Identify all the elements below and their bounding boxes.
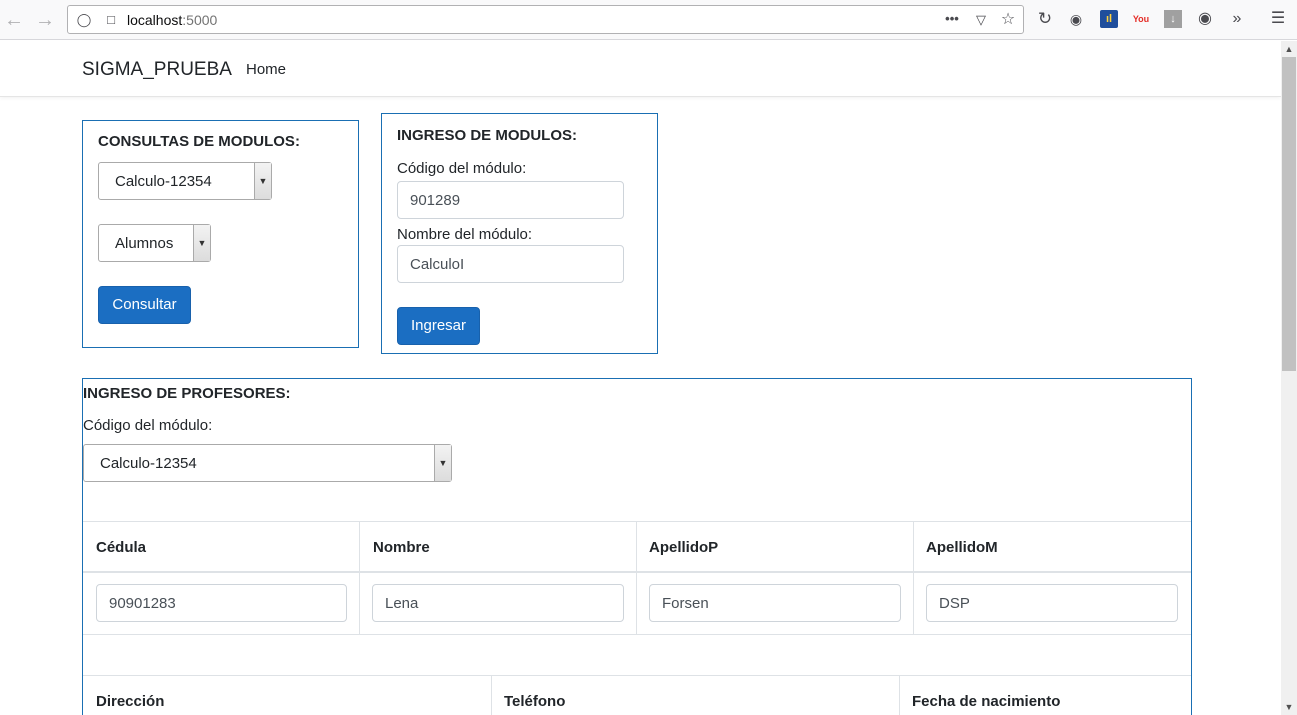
header-telefono: Teléfono	[504, 693, 566, 710]
table-header-divider	[83, 571, 1191, 573]
table-divider	[83, 634, 1191, 635]
scroll-up-icon[interactable]: ▲	[1281, 41, 1297, 57]
codigo-modulo-label: Código del módulo:	[397, 160, 527, 177]
consultas-modulo-value: Calculo-12354	[115, 173, 212, 190]
url-bar[interactable]: ◯ □ localhost:5000 ••• ▽ ☆	[67, 5, 1024, 34]
pocket-icon[interactable]: ▽	[973, 12, 989, 28]
scroll-down-icon[interactable]: ▼	[1281, 699, 1297, 715]
table-col-divider	[636, 521, 637, 635]
consultas-tipo-value: Alumnos	[115, 235, 174, 252]
nombre-modulo-input[interactable]: CalculoI	[397, 245, 624, 283]
more-icon[interactable]: •••	[944, 11, 960, 27]
nombre-modulo-label: Nombre del módulo:	[397, 226, 533, 243]
ingreso-profesores-panel: INGRESO DE PROFESORES: Código del módulo…	[82, 378, 1192, 715]
apellido-materno-input[interactable]: DSP	[926, 584, 1178, 622]
table-divider	[83, 675, 1191, 676]
overflow-icon[interactable]: »	[1228, 10, 1246, 28]
shield-icon[interactable]: ◯	[76, 12, 92, 28]
consultas-panel: CONSULTAS DE MODULOS: Calculo-12354 ▼ Al…	[82, 120, 359, 348]
ingreso-profesores-title: INGRESO DE PROFESORES:	[83, 385, 291, 402]
header-direccion: Dirección	[96, 693, 165, 710]
header-apellido-paterno: ApellidoP	[649, 539, 719, 556]
download-icon[interactable]: ↓	[1164, 10, 1182, 28]
scroll-thumb[interactable]	[1282, 57, 1296, 371]
youtube-icon[interactable]: You	[1132, 10, 1150, 28]
ingresar-button[interactable]: Ingresar	[397, 307, 480, 345]
page-icon: □	[107, 12, 115, 27]
profesores-codigo-label: Código del módulo:	[83, 417, 213, 434]
codigo-modulo-input[interactable]: 901289	[397, 181, 624, 219]
account-icon[interactable]: ◉	[1196, 10, 1214, 28]
header-cedula: Cédula	[96, 539, 147, 556]
profesores-modulo-value: Calculo-12354	[100, 455, 197, 472]
brand-link[interactable]: SIGMA_PRUEBA	[82, 59, 232, 81]
header-apellido-materno: ApellidoM	[926, 539, 998, 556]
menu-icon[interactable]: ☰	[1269, 10, 1287, 28]
nombre-input[interactable]: Lena	[372, 584, 624, 622]
profesores-modulo-select[interactable]: Calculo-12354 ▼	[83, 444, 452, 482]
consultar-button[interactable]: Consultar	[98, 286, 191, 324]
extension-icon[interactable]: ◉	[1067, 10, 1085, 28]
consultas-title: CONSULTAS DE MODULOS:	[98, 133, 300, 150]
top-navbar: SIGMA_PRUEBA Home	[0, 41, 1281, 97]
table-col-divider	[913, 521, 914, 635]
table-divider	[83, 521, 1191, 522]
table-col-divider	[359, 521, 360, 635]
back-icon[interactable]: ←	[2, 8, 26, 32]
header-fecha-nacimiento: Fecha de nacimiento	[912, 693, 1061, 710]
url-text[interactable]: localhost:5000	[127, 12, 217, 28]
table-col-divider	[491, 675, 492, 715]
consultas-tipo-select[interactable]: Alumnos ▼	[98, 224, 211, 262]
chevron-down-icon: ▼	[254, 163, 271, 199]
ingreso-modulos-title: INGRESO DE MODULOS:	[397, 127, 578, 144]
nav-home-link[interactable]: Home	[246, 61, 286, 78]
chevron-down-icon: ▼	[193, 225, 210, 261]
chevron-down-icon: ▼	[434, 445, 451, 481]
page-content: SIGMA_PRUEBA Home CONSULTAS DE MODULOS: …	[0, 41, 1281, 715]
chart-extension-icon[interactable]: ıl	[1100, 10, 1118, 28]
browser-toolbar: ← → ◯ □ localhost:5000 ••• ▽ ☆ ↻ ◉ ıl Yo…	[0, 0, 1297, 40]
cedula-input[interactable]: 90901283	[96, 584, 347, 622]
star-icon[interactable]: ☆	[1000, 12, 1016, 28]
consultas-modulo-select[interactable]: Calculo-12354 ▼	[98, 162, 272, 200]
header-nombre: Nombre	[373, 539, 430, 556]
apellido-paterno-input[interactable]: Forsen	[649, 584, 901, 622]
reload-icon[interactable]: ↻	[1036, 10, 1054, 28]
ingreso-modulos-panel: INGRESO DE MODULOS: Código del módulo: 9…	[381, 113, 658, 354]
forward-icon[interactable]: →	[33, 8, 57, 32]
table-col-divider	[899, 675, 900, 715]
